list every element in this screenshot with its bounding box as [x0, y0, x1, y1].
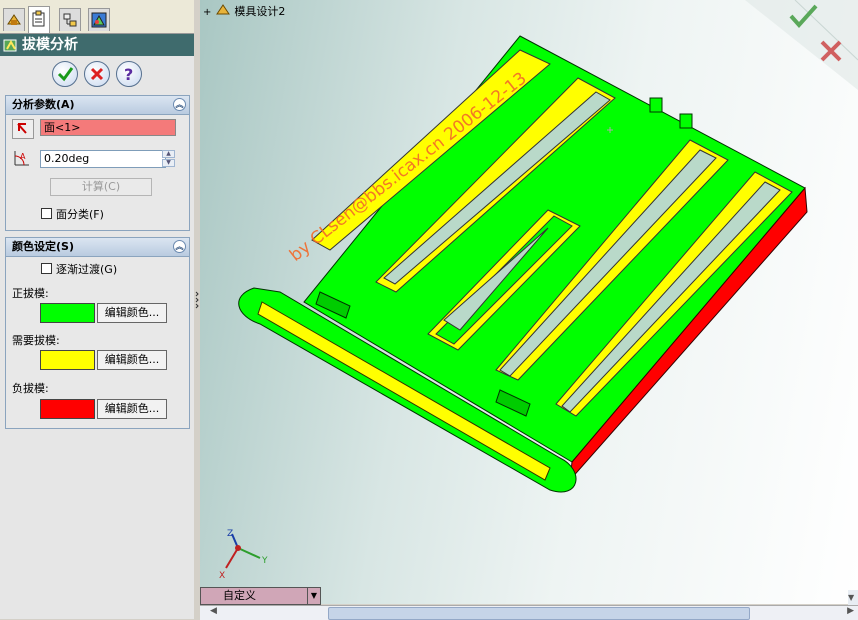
horizontal-scrollbar[interactable]: ◀ ▶	[200, 605, 858, 620]
splitter-grip-icon	[195, 291, 199, 309]
x-axis-label: X	[219, 571, 225, 581]
face-classify-checkbox[interactable]	[41, 208, 52, 219]
analysis-params-header[interactable]: 分析参数(A) ︽	[6, 96, 189, 115]
collapse-icon[interactable]: ︽	[173, 98, 186, 111]
scroll-right-icon[interactable]: ▶	[847, 606, 854, 616]
configuration-icon	[63, 13, 77, 27]
help-button[interactable]: ?	[116, 61, 142, 87]
action-buttons: ?	[0, 56, 194, 92]
ok-button[interactable]	[52, 61, 78, 87]
configuration-manager-tab[interactable]	[59, 8, 81, 31]
color-settings-title: 颜色设定(S)	[12, 240, 74, 253]
z-axis-label: Z	[227, 529, 233, 539]
required-color-swatch	[40, 350, 95, 370]
direction-button[interactable]	[12, 119, 34, 139]
negative-color-swatch	[40, 399, 95, 419]
draft-angle-input[interactable]: 0.20deg	[40, 150, 166, 168]
scroll-left-icon[interactable]: ◀	[210, 606, 217, 616]
analysis-params-title: 分析参数(A)	[12, 98, 75, 111]
check-icon	[57, 67, 74, 82]
model-part: Z Y X	[219, 35, 808, 581]
face-selection-box[interactable]: 面<1>	[40, 119, 176, 136]
svg-text:?: ?	[124, 65, 133, 84]
view-orientation-dropdown[interactable]: 自定义 ▼	[200, 587, 321, 605]
color-settings-header[interactable]: 颜色设定(S) ︽	[6, 238, 189, 257]
property-manager-panel: 拔模分析 ? 分析参数(A) ︽ 面<1> A 0.20deg ▲ ▼ 计算(C…	[0, 0, 194, 619]
help-icon: ?	[124, 65, 133, 84]
scroll-down-icon[interactable]: ▼	[848, 593, 854, 602]
display-manager-tab[interactable]	[88, 8, 110, 31]
cancel-button[interactable]	[84, 61, 110, 87]
calculate-button[interactable]: 计算(C)	[50, 178, 152, 196]
property-manager-icon	[32, 10, 45, 27]
axis-triad: Z Y X	[219, 529, 268, 581]
display-manager-icon	[91, 12, 107, 28]
edit-positive-color-button[interactable]: 编辑颜色...	[97, 303, 167, 323]
collapse-icon[interactable]: ︽	[173, 240, 186, 253]
graphics-viewport[interactable]: + 模具设计2 Z Y X by CLsen@bbs.icax.cn 2006-…	[200, 0, 858, 604]
negative-draft-label: 负拔模:	[12, 382, 49, 395]
close-icon	[90, 67, 104, 81]
panel-title: 拔模分析	[22, 37, 78, 53]
svg-text:A: A	[20, 152, 26, 161]
vertical-scroll-end[interactable]: ▼	[848, 590, 858, 605]
property-manager-tab[interactable]	[28, 6, 50, 33]
spin-up-icon[interactable]: ▲	[162, 150, 175, 158]
analysis-params-section: 分析参数(A) ︽ 面<1> A 0.20deg ▲ ▼ 计算(C) 面分类(F…	[5, 95, 190, 231]
feature-tree-icon	[7, 14, 21, 25]
manager-tabs	[0, 0, 194, 34]
arrow-icon	[17, 123, 27, 134]
scroll-thumb[interactable]	[328, 607, 750, 620]
edit-negative-color-button[interactable]: 编辑颜色...	[97, 399, 167, 419]
draft-analysis-icon	[3, 39, 17, 52]
angle-icon: A	[14, 151, 29, 166]
face-classify-label: 面分类(F)	[56, 208, 104, 221]
view-orientation-value: 自定义	[223, 589, 256, 602]
color-settings-section: 颜色设定(S) ︽ 逐渐过渡(G) 正拔模: 编辑颜色... 需要拔模: 编辑颜…	[5, 237, 190, 429]
positive-draft-label: 正拔模:	[12, 287, 49, 300]
gradual-label: 逐渐过渡(G)	[56, 263, 118, 276]
positive-color-swatch	[40, 303, 95, 323]
chevron-down-icon[interactable]: ▼	[307, 588, 320, 604]
edit-required-color-button[interactable]: 编辑颜色...	[97, 350, 167, 370]
feature-manager-tab[interactable]	[3, 8, 25, 31]
spin-down-icon[interactable]: ▼	[162, 159, 175, 167]
required-draft-label: 需要拔模:	[12, 334, 60, 347]
panel-header: 拔模分析	[0, 34, 194, 56]
angle-spinner[interactable]: ▲ ▼	[162, 150, 176, 168]
y-axis-label: Y	[261, 556, 268, 566]
gradual-checkbox[interactable]	[41, 263, 52, 274]
